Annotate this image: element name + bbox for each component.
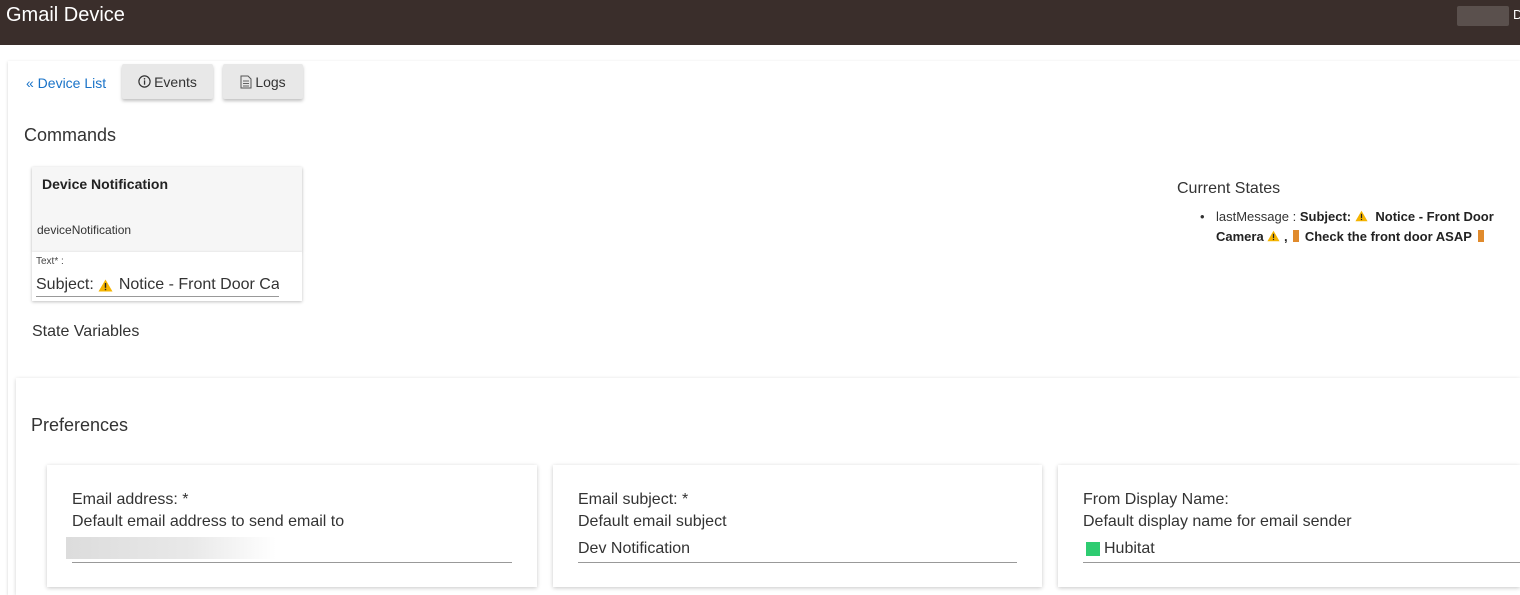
email-address-input[interactable] (66, 536, 512, 563)
preferences-heading: Preferences (31, 415, 129, 435)
user-avatar-redacted[interactable] (1457, 6, 1509, 26)
pref-description: Default display name for email sender (1083, 513, 1352, 530)
display-name-value: Hubitat (1104, 540, 1155, 557)
door-icon (1293, 230, 1300, 242)
logs-button-label: Logs (255, 73, 286, 90)
warning-icon (98, 279, 113, 292)
warning-icon (1267, 230, 1280, 242)
app-title: Gmail Device (6, 4, 125, 26)
pref-from-display-name: From Display Name: Default display name … (1058, 465, 1520, 587)
events-button[interactable]: Events (122, 64, 213, 99)
text-field-label: Text* : (36, 256, 64, 267)
state-value-comma: , (1283, 229, 1288, 244)
command-title: Device Notification (42, 176, 169, 192)
info-icon (138, 75, 151, 88)
events-button-label: Events (154, 73, 197, 90)
command-method: deviceNotification (37, 223, 132, 237)
state-variables-heading: State Variables (32, 323, 140, 340)
text-input[interactable]: Subject: Notice - Front Door Camera (36, 274, 279, 297)
pref-label: Email subject: * (578, 491, 689, 508)
command-text-field: Text* : Subject: Notice - Front Door Cam… (32, 252, 302, 301)
user-initial[interactable]: D (1513, 7, 1520, 22)
logs-button[interactable]: Logs (223, 64, 303, 99)
text-input-suffix: Notice - Front Door Camera (118, 276, 279, 293)
display-name-input[interactable]: Hubitat (1083, 536, 1520, 563)
pref-description: Default email subject (578, 513, 727, 530)
state-item: lastMessage : Subject: Notice - Front Do… (1200, 207, 1510, 247)
commands-heading: Commands (24, 125, 117, 145)
pref-email-subject: Email subject: * Default email subject D… (553, 465, 1042, 587)
device-notification-command[interactable]: Device Notification deviceNotification (32, 167, 302, 252)
email-subject-input[interactable]: Dev Notification (578, 536, 1017, 563)
document-icon (240, 75, 252, 89)
pref-label: From Display Name: (1083, 491, 1229, 508)
green-square-icon (1086, 542, 1100, 556)
list-bullet: • (1200, 209, 1205, 224)
device-list-link[interactable]: « Device List (26, 75, 106, 91)
current-states-heading: Current States (1177, 180, 1281, 197)
pref-email-address: Email address: * Default email address t… (47, 465, 537, 587)
text-input-prefix: Subject: (36, 276, 94, 293)
redacted-value (66, 537, 276, 559)
warning-icon (1355, 210, 1368, 222)
state-value-check: Check the front door ASAP (1304, 229, 1472, 244)
door-icon (1477, 230, 1484, 242)
email-subject-value: Dev Notification (578, 540, 691, 557)
top-bar: Gmail Device D (0, 0, 1520, 45)
pref-label: Email address: * (72, 491, 189, 508)
current-states-list: • lastMessage : Subject: Notice - Front … (1200, 207, 1510, 247)
state-name: lastMessage : (1216, 209, 1297, 224)
state-value-subject: Subject: (1299, 209, 1352, 224)
pref-description: Default email address to send email to (72, 513, 345, 530)
